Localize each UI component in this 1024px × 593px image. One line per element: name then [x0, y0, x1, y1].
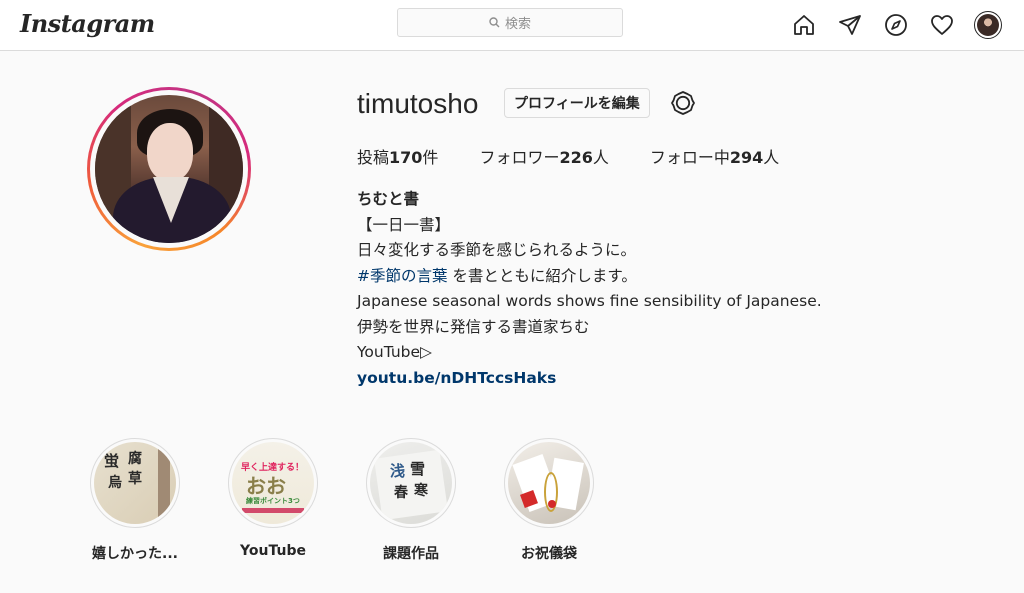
- highlight-item[interactable]: 蛍 烏 腐 草 嬉しかった...: [66, 438, 204, 563]
- edit-profile-button[interactable]: プロフィールを編集: [504, 88, 650, 118]
- instagram-logo[interactable]: Instagram: [20, 9, 155, 38]
- profile-full-name: ちむと書: [357, 190, 420, 208]
- direct-icon[interactable]: [836, 11, 864, 39]
- settings-gear-icon[interactable]: [670, 90, 696, 116]
- home-icon[interactable]: [790, 11, 818, 39]
- highlight-item[interactable]: お祝儀袋: [480, 438, 618, 563]
- profile-username: timutosho: [357, 88, 479, 119]
- posts-count: 投稿170件: [357, 148, 439, 167]
- bio-external-link[interactable]: youtu.be/nDHTccsHaks: [357, 366, 822, 392]
- highlight-cover: 蛍 烏 腐 草: [94, 442, 176, 524]
- bio-line: 【一日一書】: [357, 215, 451, 234]
- highlight-item[interactable]: 早く上達する！ おお 練習ポイント3つ YouTube: [204, 438, 342, 563]
- highlight-label: 課題作品: [383, 546, 439, 562]
- following-count[interactable]: フォロー中294人: [650, 144, 779, 168]
- bio-line: Japanese seasonal words shows fine sensi…: [357, 292, 822, 310]
- search-icon: [489, 17, 500, 28]
- bio-line: #季節の言葉 を書とともに紹介します。: [357, 266, 637, 285]
- bio-line: 伊勢を世界に発信する書道家ちむ: [357, 317, 590, 336]
- bio-hashtag-link[interactable]: #季節の言葉: [357, 267, 448, 285]
- story-highlights: 蛍 烏 腐 草 嬉しかった... 早く上達する！ おお 練習ポイント3つ You…: [66, 438, 618, 563]
- activity-heart-icon[interactable]: [928, 11, 956, 39]
- highlight-cover: 早く上達する！ おお 練習ポイント3つ: [232, 442, 314, 524]
- profile-avatar-large[interactable]: [87, 87, 251, 251]
- bio-line: 日々変化する季節を感じられるように。: [357, 241, 637, 259]
- followers-count[interactable]: フォロワー226人: [479, 144, 608, 168]
- explore-icon[interactable]: [882, 11, 910, 39]
- profile-stats: 投稿170件 フォロワー226人 フォロー中294人: [357, 144, 820, 168]
- profile-photo: [95, 95, 243, 243]
- highlight-item[interactable]: 浅 雪 春 寒 課題作品: [342, 438, 480, 563]
- top-navbar: Instagram 検索: [0, 0, 1024, 51]
- highlight-label: 嬉しかった...: [92, 546, 178, 562]
- highlight-cover: 浅 雪 春 寒: [370, 442, 452, 524]
- highlight-label: お祝儀袋: [521, 546, 577, 562]
- profile-bio: ちむと書 【一日一書】 日々変化する季節を感じられるように。 #季節の言葉 を書…: [357, 187, 822, 391]
- search-input[interactable]: 検索: [397, 8, 623, 37]
- highlight-label: YouTube: [240, 543, 306, 559]
- search-placeholder: 検索: [504, 17, 531, 32]
- highlight-cover: [508, 442, 590, 524]
- profile-avatar[interactable]: [974, 11, 1002, 39]
- bio-line: YouTube▷: [357, 343, 432, 361]
